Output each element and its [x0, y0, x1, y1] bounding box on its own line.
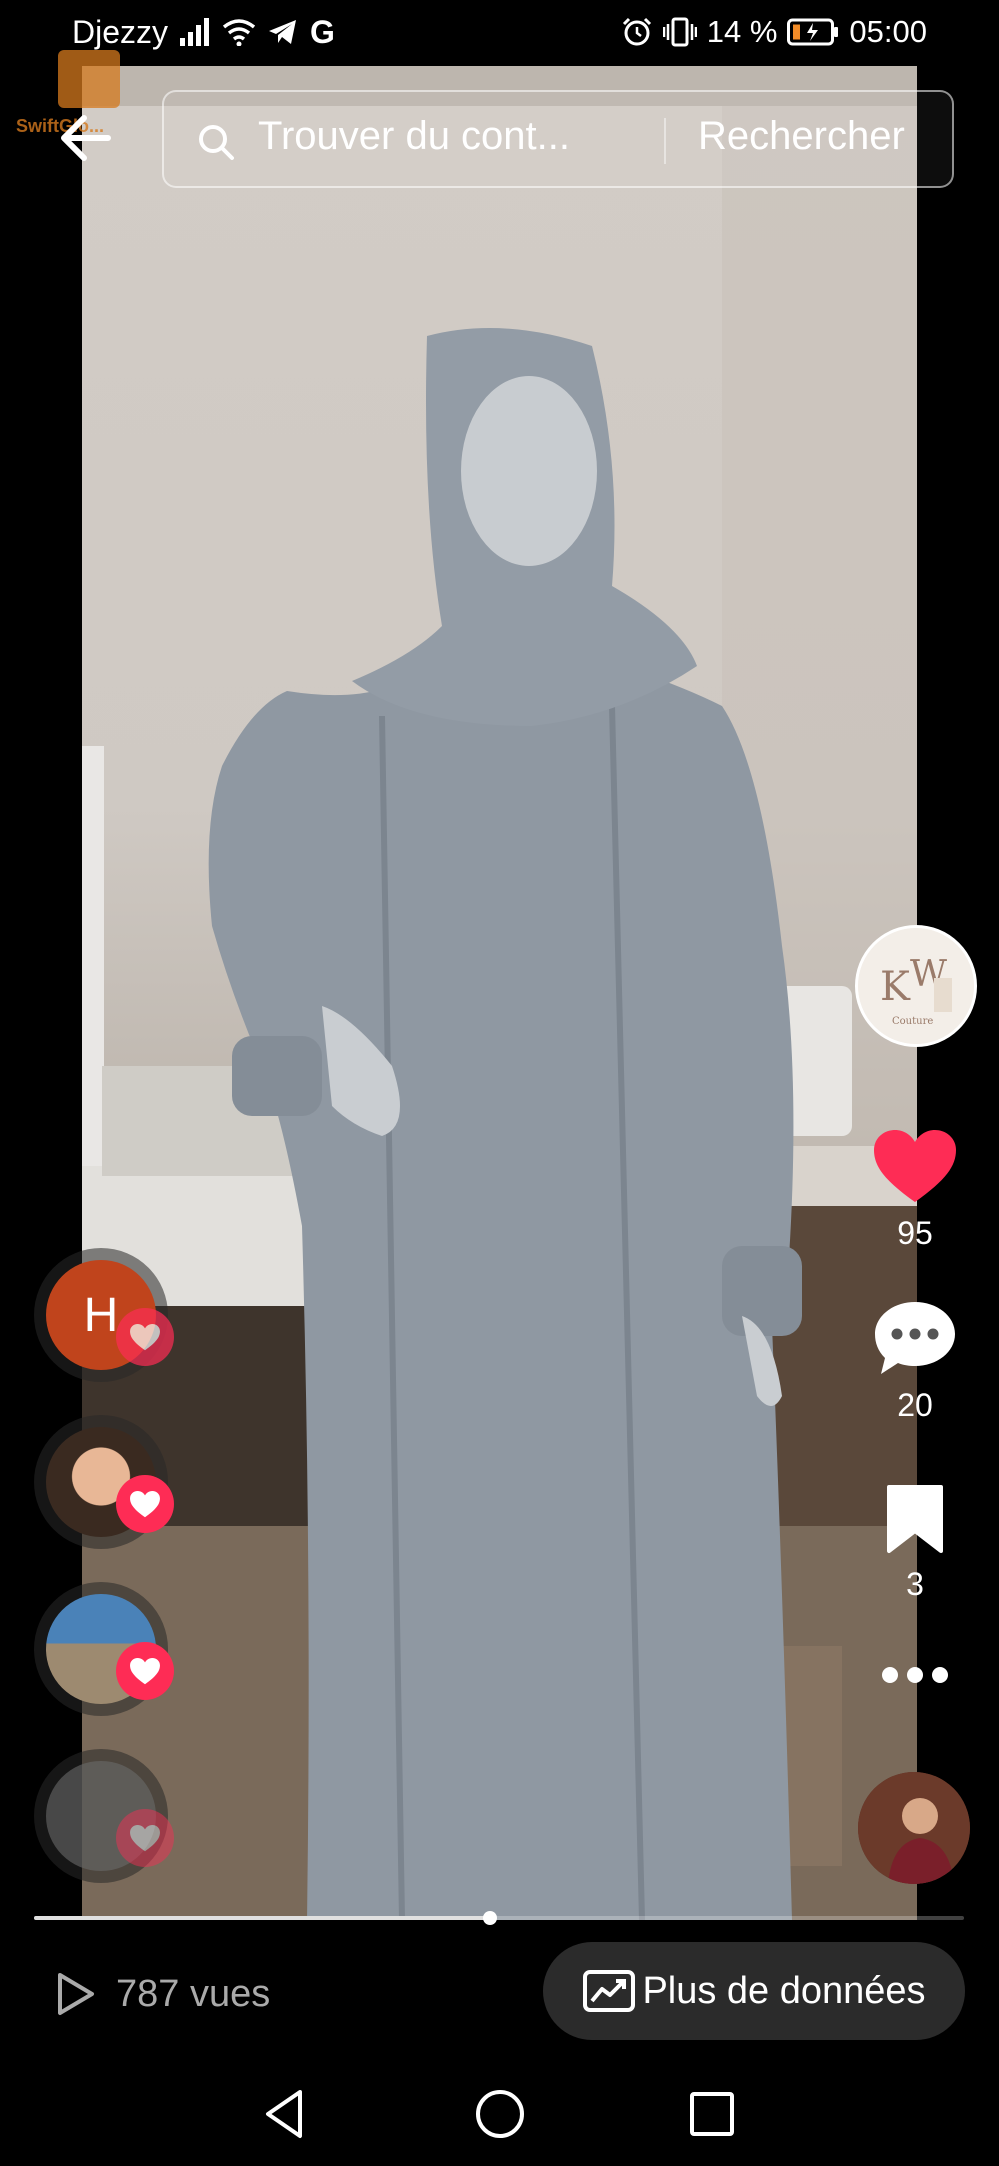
video-progress-bar[interactable]	[34, 1911, 964, 1925]
arrow-left-icon	[61, 115, 111, 161]
heart-icon	[130, 1490, 160, 1517]
more-icon	[882, 1667, 948, 1683]
play-icon	[58, 1973, 94, 2015]
sound-avatar-image	[858, 1772, 970, 1884]
save-action[interactable]: 3	[850, 1483, 980, 1603]
comment-count: 20	[897, 1387, 933, 1423]
wifi-icon	[222, 19, 256, 46]
search-input[interactable]: Trouver du cont...	[258, 114, 570, 159]
progress-fill	[34, 1916, 490, 1920]
liker-avatar[interactable]: H	[34, 1248, 174, 1382]
search-divider	[664, 118, 666, 164]
watermark-badge	[58, 50, 120, 108]
heart-icon	[130, 1824, 160, 1851]
alarm-icon	[622, 17, 651, 46]
search-bar[interactable]: Trouver du cont... Rechercher	[162, 90, 954, 188]
more-data-label: Plus de données	[642, 1969, 926, 2012]
back-button[interactable]	[56, 108, 116, 168]
liker-avatar[interactable]	[34, 1582, 174, 1716]
views-label: 787 vues	[116, 1972, 271, 2015]
liker-avatar[interactable]	[34, 1415, 174, 1549]
liker-avatar[interactable]	[34, 1749, 174, 1883]
heart-icon	[130, 1323, 160, 1350]
video-player[interactable]	[82, 66, 917, 1920]
bookmark-icon	[887, 1485, 943, 1553]
heart-icon	[130, 1657, 160, 1684]
square-recents-icon	[690, 2092, 734, 2136]
triangle-back-icon	[266, 2090, 302, 2138]
search-icon	[199, 125, 234, 160]
more-data-button[interactable]: Plus de données	[543, 1942, 965, 2040]
liker-heart-badge	[116, 1308, 174, 1366]
circle-home-icon	[476, 2090, 524, 2138]
nav-recents-button[interactable]	[682, 2084, 742, 2144]
creator-avatar[interactable]: K W Couture	[855, 925, 977, 1047]
signal-icon	[180, 18, 209, 46]
telegram-icon	[269, 20, 296, 44]
view-count: 787 vues	[52, 1964, 270, 2024]
more-options-button[interactable]	[850, 1665, 980, 1690]
nav-home-button[interactable]	[470, 2084, 530, 2144]
vibrate-icon	[662, 17, 697, 47]
like-count: 95	[897, 1215, 933, 1251]
like-action[interactable]: 95	[850, 1130, 980, 1252]
progress-thumb[interactable]	[482, 1911, 497, 1925]
google-icon: G	[310, 13, 335, 50]
clock: 05:00	[849, 14, 927, 49]
liker-heart-badge	[116, 1642, 174, 1700]
comment-action[interactable]: 20	[850, 1300, 980, 1424]
liker-initial: H	[83, 1288, 119, 1342]
battery-icon	[787, 18, 839, 46]
kw-couture-logo: K W Couture	[858, 928, 974, 1044]
liker-heart-badge	[116, 1475, 174, 1533]
svg-text:K: K	[880, 964, 911, 1010]
comment-icon	[875, 1302, 955, 1374]
sound-disc-avatar[interactable]	[858, 1772, 970, 1884]
heart-icon	[874, 1130, 956, 1202]
save-count: 3	[906, 1566, 924, 1602]
analytics-icon	[583, 1970, 636, 2012]
mannequin-abaya-scene	[82, 66, 917, 1920]
liker-heart-badge	[116, 1809, 174, 1867]
nav-back-button[interactable]	[256, 2084, 316, 2144]
battery-percent: 14 %	[706, 14, 778, 49]
svg-text:Couture: Couture	[892, 1016, 933, 1027]
system-nav-bar	[0, 2060, 999, 2166]
search-button[interactable]: Rechercher	[698, 114, 905, 159]
